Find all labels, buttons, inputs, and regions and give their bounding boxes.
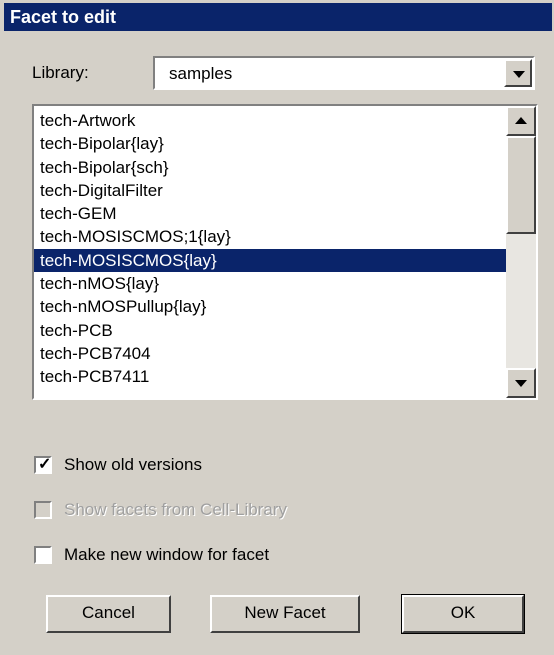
library-select[interactable]: samples: [153, 56, 535, 90]
facet-list-item[interactable]: tech-Bipolar{lay}: [34, 132, 508, 155]
facet-list-item-selected[interactable]: tech-MOSISCMOS{lay}: [34, 248, 508, 273]
facet-list-item[interactable]: tech-nMOS{lay}: [34, 272, 508, 295]
facet-list-item[interactable]: tech-DigitalFilter: [34, 179, 508, 202]
show-cell-library-option: Show facets from Cell-Library: [34, 498, 287, 522]
facet-list-item[interactable]: tech-MOSISCMOS;1{lay}: [34, 225, 508, 248]
facet-list-item[interactable]: tech-Bipolar{sch}: [34, 156, 508, 179]
facet-list-item[interactable]: tech-GEM: [34, 202, 508, 225]
show-old-versions-checkbox[interactable]: ✓: [34, 456, 52, 474]
scroll-thumb[interactable]: [506, 136, 536, 234]
facet-list-item[interactable]: tech-PCB: [34, 319, 508, 342]
show-old-versions-option[interactable]: ✓ Show old versions: [34, 453, 202, 477]
facet-list-item[interactable]: tech-nMOSPullup{lay}: [34, 295, 508, 318]
library-label: Library:: [32, 63, 89, 82]
new-facet-button[interactable]: New Facet: [210, 595, 360, 633]
show-cell-library-label: Show facets from Cell-Library: [64, 500, 287, 519]
arrow-down-icon: [515, 380, 527, 387]
ok-button[interactable]: OK: [401, 594, 525, 634]
show-cell-library-checkbox: [34, 501, 52, 519]
new-window-option[interactable]: Make new window for facet: [34, 543, 269, 567]
facet-list[interactable]: tech-Artwork tech-Bipolar{lay} tech-Bipo…: [32, 104, 538, 400]
checkmark-icon: ✓: [38, 456, 52, 473]
chevron-down-icon: [513, 71, 525, 78]
new-window-label: Make new window for facet: [64, 545, 270, 564]
scroll-down-button[interactable]: [506, 368, 536, 398]
facet-list-item[interactable]: tech-PCB7404: [34, 342, 508, 365]
arrow-up-icon: [515, 117, 527, 124]
scroll-up-button[interactable]: [506, 106, 536, 136]
cancel-button[interactable]: Cancel: [46, 595, 171, 633]
facet-list-item[interactable]: tech-PCB7411: [34, 365, 508, 388]
facet-list-item[interactable]: tech-Artwork: [34, 109, 508, 132]
dialog-title: Facet to edit: [4, 3, 552, 31]
new-window-checkbox[interactable]: [34, 546, 52, 564]
list-scrollbar[interactable]: [506, 106, 536, 398]
library-dropdown-button[interactable]: [504, 59, 532, 87]
library-select-value: samples: [169, 64, 233, 83]
show-old-versions-label: Show old versions: [64, 455, 202, 474]
